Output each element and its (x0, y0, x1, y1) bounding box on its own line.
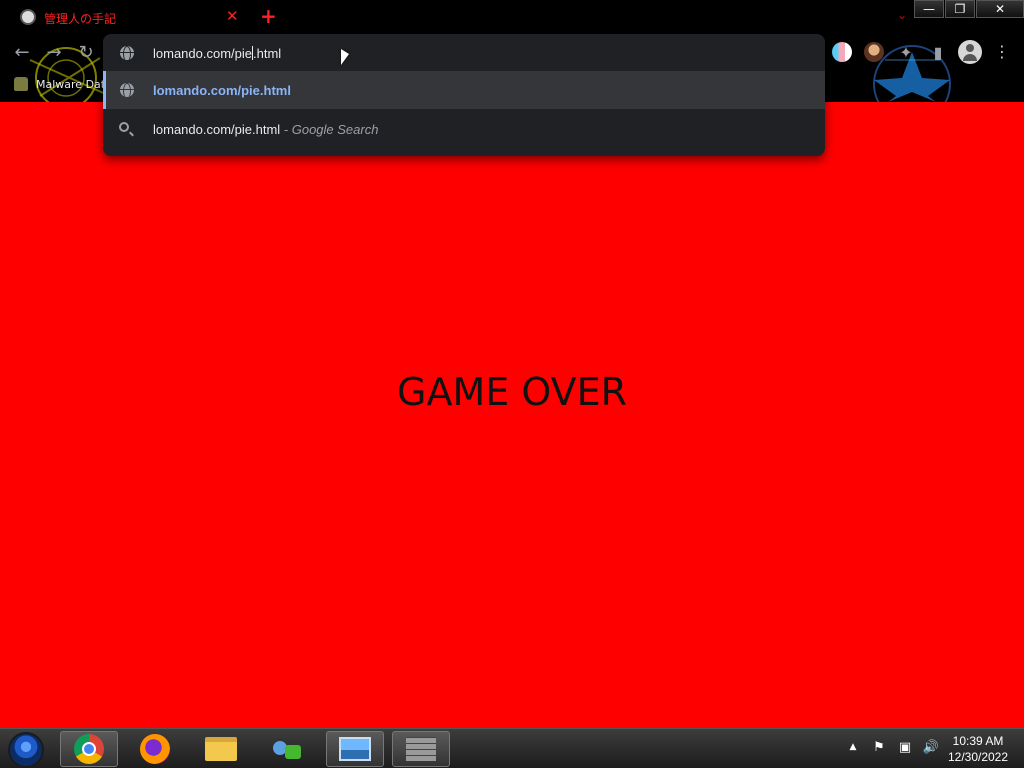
desktop-screen: 管理人の手記 ✕ + ⌄ — ❐ ✕ ← → ↻ ✦ ▮ ⋮ Malware D… (0, 0, 1024, 768)
globe-icon (120, 46, 134, 60)
taskbar-firefox[interactable] (126, 731, 184, 767)
extension-flag-icon[interactable] (832, 42, 852, 62)
game-over-message: GAME OVER (397, 370, 627, 414)
taskbar-file-explorer[interactable] (192, 731, 250, 767)
clock-time: 10:39 AM (952, 734, 1004, 748)
side-panel-icon[interactable]: ▮ (926, 40, 950, 64)
system-tray: ▲ ⚑ ▣ 🔊 (845, 739, 940, 755)
clock[interactable]: 10:39 AM 12/30/2022 (940, 733, 1016, 765)
close-icon[interactable]: ✕ (226, 7, 239, 25)
restore-button[interactable]: ❐ (945, 0, 975, 18)
firefox-icon (140, 734, 170, 764)
bookmark-item[interactable]: Malware Dat (14, 77, 105, 91)
tab-current[interactable]: 管理人の手記 ✕ (10, 2, 246, 32)
taskbar-messenger[interactable] (258, 731, 316, 767)
tab-title: 管理人の手記 (44, 12, 117, 26)
chevron-down-icon[interactable]: ⌄ (897, 8, 907, 22)
omnibox-dropdown: lomando.com/pie.html lomando.com/pie.htm… (103, 34, 825, 156)
page-content: GAME OVER (0, 102, 1024, 728)
network-icon[interactable]: ▣ (897, 739, 913, 755)
new-tab-icon[interactable]: + (260, 5, 277, 27)
bookmark-icon (14, 77, 28, 91)
taskbar-photo-viewer[interactable] (326, 731, 384, 767)
suggestion-search[interactable]: lomando.com/pie.html - Google Search (103, 110, 825, 148)
clock-date: 12/30/2022 (947, 750, 1009, 764)
start-button[interactable] (8, 732, 44, 768)
globe-icon (120, 83, 134, 97)
bookmark-label: Malware Dat (36, 77, 106, 91)
suggestion-text: lomando.com/pie.html (153, 82, 291, 98)
flag-icon[interactable]: ⚑ (871, 739, 887, 755)
photo-icon (339, 737, 371, 761)
wall-icon (406, 737, 436, 761)
taskbar-wall-app[interactable] (392, 731, 450, 767)
forward-button[interactable]: → (42, 40, 66, 64)
tab-favicon-icon (20, 9, 36, 25)
folder-icon (205, 737, 237, 761)
puzzle-icon[interactable]: ✦ (894, 40, 918, 64)
suggestion-text: lomando.com/pie.html - Google Search (153, 121, 379, 137)
back-button[interactable]: ← (10, 40, 34, 64)
reload-button[interactable]: ↻ (74, 40, 98, 64)
profile-avatar[interactable] (958, 40, 982, 64)
taskbar-chrome[interactable] (60, 731, 118, 767)
address-input-text: lomando.com/pie.html (153, 45, 282, 61)
messenger-icon (271, 737, 303, 761)
tab-strip: 管理人の手記 ✕ + ⌄ — ❐ ✕ (0, 0, 1024, 34)
taskbar: ▲ ⚑ ▣ 🔊 10:39 AM 12/30/2022 (0, 728, 1024, 768)
volume-icon[interactable]: 🔊 (923, 739, 939, 755)
mouse-cursor-icon (341, 49, 349, 65)
minimize-button[interactable]: — (914, 0, 944, 18)
close-window-button[interactable]: ✕ (976, 0, 1024, 18)
window-controls: — ❐ ✕ (913, 0, 1024, 20)
search-icon (119, 122, 129, 132)
menu-button[interactable]: ⋮ (994, 42, 1010, 62)
suggestion-url[interactable]: lomando.com/pie.html (103, 71, 825, 109)
show-hidden-icons-button[interactable]: ▲ (845, 739, 861, 755)
extension-avatar-icon[interactable] (864, 42, 884, 62)
address-input[interactable]: lomando.com/pie.html (103, 34, 825, 72)
chrome-icon (74, 734, 104, 764)
